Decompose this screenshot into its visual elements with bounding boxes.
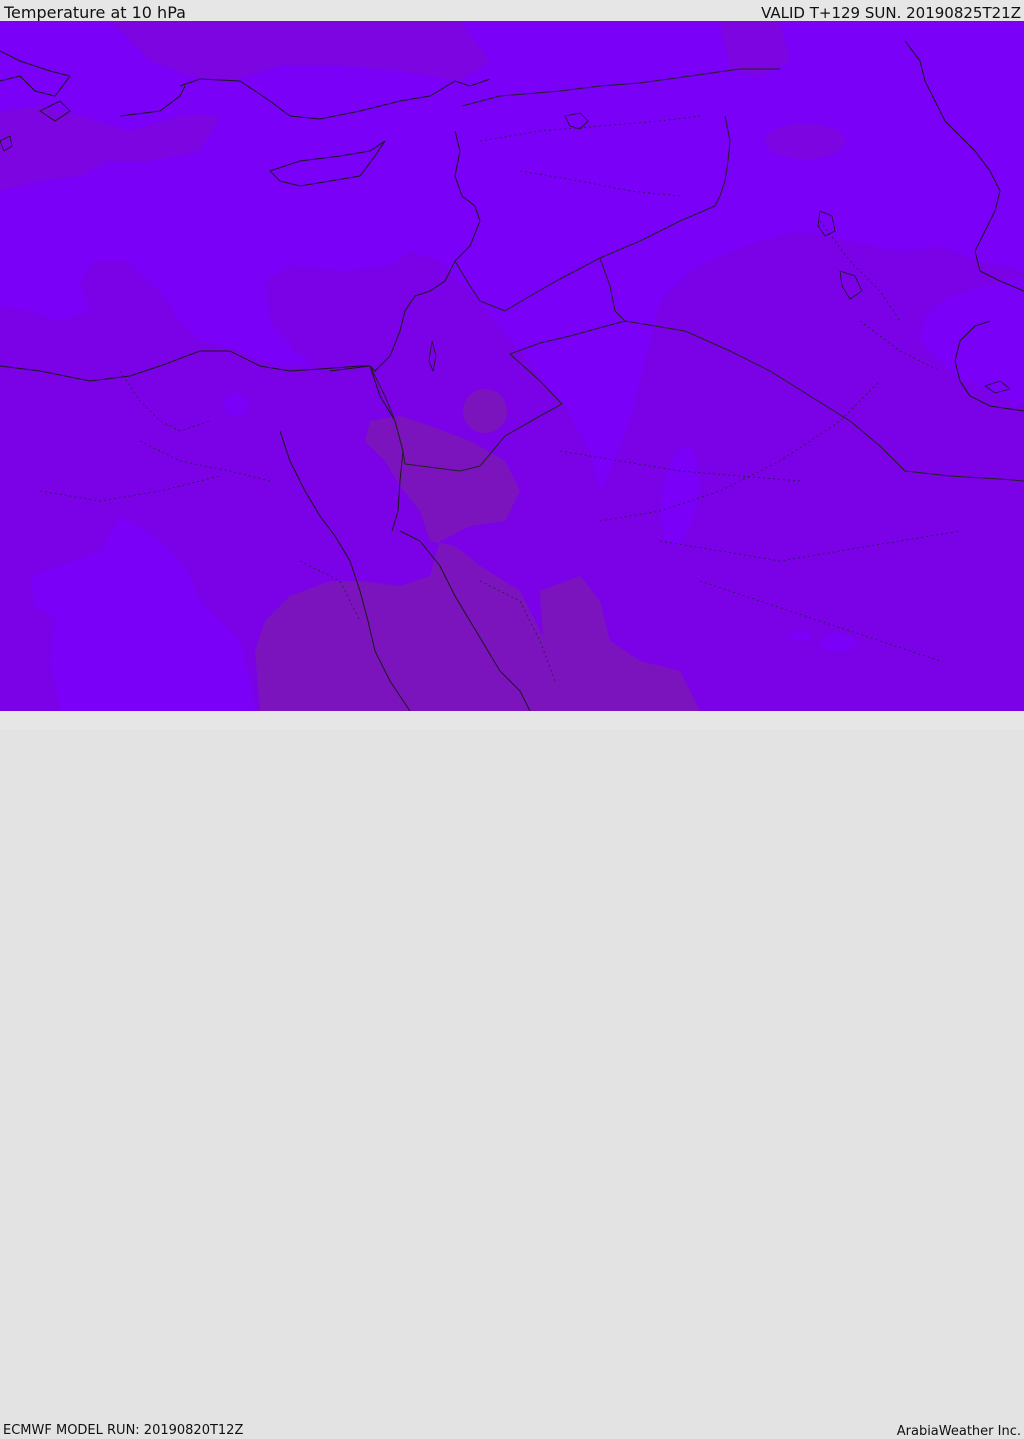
warm-spot-south — [820, 634, 856, 652]
cool-spot-jordan — [463, 389, 507, 433]
model-run: ECMWF MODEL RUN: 20190820T12Z — [3, 1423, 244, 1438]
map-title: Temperature at 10 hPa — [4, 3, 186, 22]
footer-bar: ECMWF MODEL RUN: 20190820T12Z ArabiaWeat… — [0, 711, 1024, 1439]
valid-time: VALID T+129 SUN. 20190825T21Z — [761, 4, 1021, 22]
temperature-map[interactable] — [0, 21, 1024, 711]
warm-spot-sinai — [224, 392, 248, 416]
cool-spot-iraq — [765, 123, 845, 159]
credit: ArabiaWeather Inc. — [896, 1424, 1021, 1439]
header-bar: Temperature at 10 hPa VALID T+129 SUN. 2… — [0, 0, 1024, 22]
warm-spot-south-2 — [788, 631, 812, 641]
